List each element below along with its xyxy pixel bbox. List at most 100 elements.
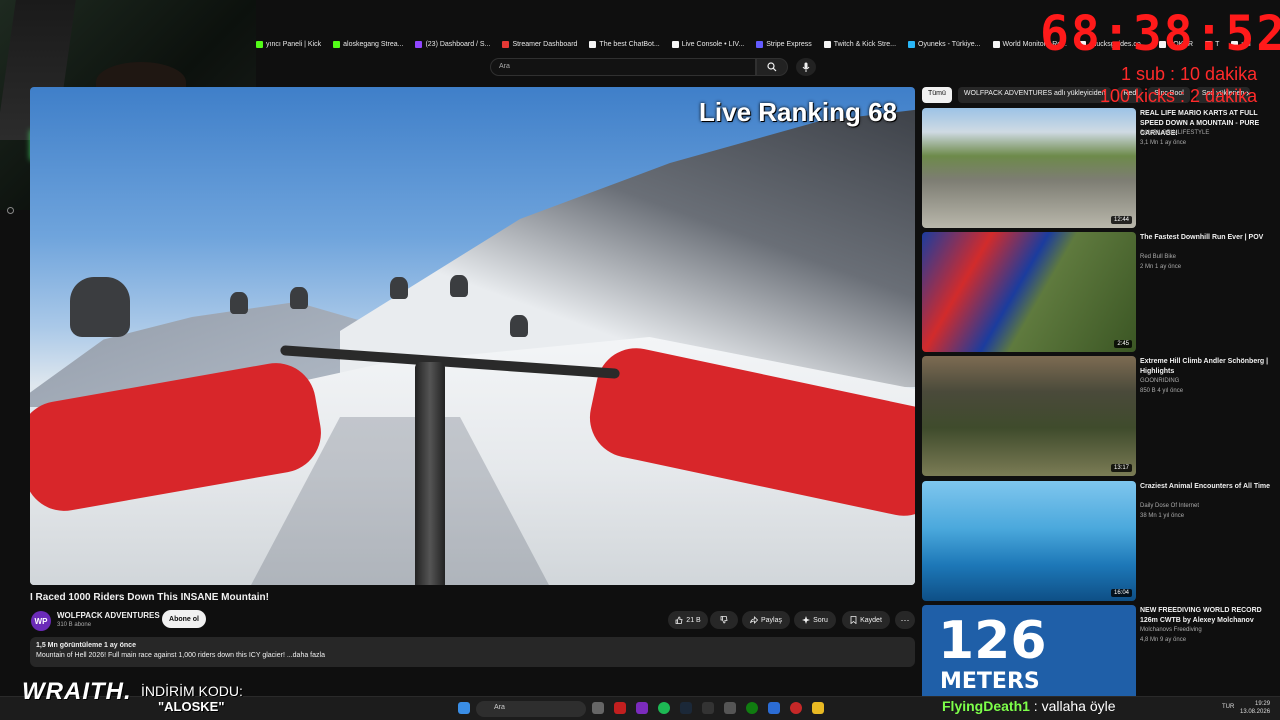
bookmark-item[interactable]: Streamer Dashboard <box>502 40 577 48</box>
recommendation-channel[interactable]: Daily Dose Of Internet <box>1140 503 1199 509</box>
subathon-timer: 68:38:52 <box>1040 6 1280 62</box>
bookmark-label: Twitch & Kick Stre... <box>833 40 897 48</box>
share-button[interactable]: Paylaş <box>742 611 790 629</box>
bookmark-item[interactable]: (23) Dashboard / S... <box>415 40 491 48</box>
more-icon: ⋯ <box>900 614 910 625</box>
recommendation-title[interactable]: The Fastest Downhill Run Ever | POV <box>1140 233 1272 243</box>
video-player[interactable]: Live Ranking 68 <box>30 87 915 585</box>
share-label: Paylaş <box>760 616 782 624</box>
video-thumbnail[interactable]: 13:17 <box>922 356 1136 476</box>
recommendation-title[interactable]: Craziest Animal Encounters of All Time <box>1140 482 1272 492</box>
description-box[interactable]: 1,5 Mn görüntüleme 1 ay önce Mountain of… <box>30 637 915 667</box>
bookmark-favicon-icon <box>256 40 263 48</box>
bookmark-favicon-icon <box>908 40 916 48</box>
bookmark-item[interactable]: yıncı Paneli | Kick <box>256 40 321 48</box>
video-thumbnail[interactable]: 2:45 <box>922 232 1136 352</box>
bookmark-label: Live Console • LIV... <box>681 40 745 48</box>
channel-avatar[interactable]: WP <box>31 611 51 631</box>
recommendation-meta: 2 Mn 1 ay önce <box>1140 264 1182 270</box>
settings-icon[interactable] <box>6 206 15 215</box>
xbox-icon[interactable] <box>746 702 758 714</box>
recommendation-title[interactable]: Extreme Hill Climb Andler Schönberg | Hi… <box>1140 357 1272 377</box>
video-duration: 12:44 <box>1110 216 1132 224</box>
clock-date: 13.08.2026 <box>1240 709 1271 715</box>
epic-games-icon[interactable] <box>702 702 714 714</box>
screen: yıncı Paneli | Kick aloskegang Strea... (2… <box>0 0 1280 720</box>
recommendation-meta: 38 Mn 1 yıl önce <box>1140 513 1185 519</box>
recommendation-meta: 850 B 4 yıl önce <box>1140 388 1184 394</box>
windows-start-icon[interactable] <box>458 702 470 714</box>
video-duration: 16:04 <box>1110 589 1132 597</box>
thumbnail-text: 126 <box>938 611 1047 671</box>
bookmark-favicon-icon <box>502 40 510 48</box>
app-icon[interactable] <box>790 702 802 714</box>
recommendation-meta: 3,1 Mn 1 ay önce <box>1140 140 1187 146</box>
bookmark-item[interactable]: Live Console • LIV... <box>671 40 745 48</box>
bookmark-item[interactable]: aloskegang Strea... <box>333 40 404 48</box>
chat-username: FlyingDeath1 <box>942 698 1030 714</box>
bookmark-icon <box>850 616 857 624</box>
sub-rule-text: 1 sub : 10 dakika <box>1121 64 1258 84</box>
kick-rule-text: 100 kicks : 2 dakika <box>1100 86 1258 106</box>
recommendation-title[interactable]: NEW FREEDIVING WORLD RECORD 126m CWTB by… <box>1140 606 1272 626</box>
bookmark-favicon-icon <box>333 40 341 48</box>
like-button[interactable]: 21 B <box>668 611 708 629</box>
taskbar-search[interactable]: Ara <box>476 701 586 717</box>
stream-overlay-title: Live Ranking 68 <box>699 97 897 127</box>
more-actions-button[interactable]: ⋯ <box>895 611 915 629</box>
like-count: 21 B <box>686 616 701 624</box>
recommendation-channel[interactable]: Molchanovs Freediving <box>1140 627 1202 633</box>
app-icon[interactable] <box>614 702 626 714</box>
bookmark-item[interactable]: The best ChatBot... <box>589 40 660 48</box>
recommendation-channel[interactable]: SAMPILGRIMLIFESTYLE <box>1140 130 1209 136</box>
thumbs-down-icon <box>720 616 728 624</box>
recommendation-card[interactable]: 13:17 Extreme Hill Climb Andler Schönberg… <box>922 356 1272 476</box>
recommendation-card[interactable]: 2:45 The Fastest Downhill Run Ever | POV R… <box>922 232 1272 352</box>
bookmark-label: aloskegang Strea... <box>343 40 404 48</box>
search-button[interactable] <box>756 58 788 76</box>
bookmark-label: (23) Dashboard / S... <box>425 40 491 48</box>
recommendation-card[interactable]: 12:44 REAL LIFE MARIO KARTS AT FULL SPEED… <box>922 108 1272 228</box>
filter-chip[interactable]: Tümü <box>922 87 952 103</box>
chat-text: : vallaha öyle <box>1029 698 1116 714</box>
description-text: Mountain of Hell 2026! Full main race ag… <box>36 652 325 659</box>
ask-button[interactable]: Soru <box>794 611 836 629</box>
video-duration: 13:17 <box>1110 464 1132 472</box>
app-icon[interactable] <box>592 702 604 714</box>
bookmark-label: The best ChatBot... <box>599 40 660 48</box>
recommendation-card[interactable]: 16:04 Craziest Animal Encounters of All T… <box>922 481 1272 601</box>
bookmark-item[interactable]: Oyuneks - Türkiye... <box>908 40 981 48</box>
promo-code: "ALOSKE" <box>158 699 225 714</box>
clock[interactable]: 19:29 13.08.2026 <box>1240 700 1270 716</box>
bookmark-favicon-icon <box>992 40 1000 48</box>
file-explorer-icon[interactable] <box>812 702 824 714</box>
video-thumbnail[interactable]: 16:04 <box>922 481 1136 601</box>
channel-name[interactable]: WOLFPACK ADVENTURES <box>57 611 160 620</box>
thumbs-up-icon <box>675 616 683 624</box>
app-icon[interactable] <box>636 702 648 714</box>
subscriber-count: 310 B abone <box>57 622 92 628</box>
search-input[interactable]: Ara <box>490 58 756 76</box>
subscribe-button[interactable]: Abone ol <box>162 610 206 628</box>
steam-icon[interactable] <box>680 702 692 714</box>
ask-label: Soru <box>813 616 828 624</box>
bookmark-item[interactable]: Twitch & Kick Stre... <box>823 40 897 48</box>
save-button[interactable]: Kaydet <box>842 611 890 629</box>
app-icon[interactable] <box>724 702 736 714</box>
video-thumbnail[interactable]: 12:44 <box>922 108 1136 228</box>
dislike-button[interactable] <box>710 611 738 629</box>
sparkle-icon <box>802 616 811 624</box>
filter-chip[interactable]: WOLFPACK ADVENTURES adlı yükleyiciden <box>957 87 1112 103</box>
bookmark-item[interactable]: Stripe Express <box>756 40 812 48</box>
app-icon[interactable] <box>768 702 780 714</box>
recommendation-channel[interactable]: Red Bull Bike <box>1140 254 1176 260</box>
spotify-icon[interactable] <box>658 702 670 714</box>
microphone-icon <box>802 62 810 72</box>
language-indicator[interactable]: TUR <box>1222 704 1234 710</box>
recommendation-channel[interactable]: GOONRIDING <box>1140 378 1179 384</box>
bookmark-favicon-icon <box>671 40 679 48</box>
video-duration: 2:45 <box>1114 340 1132 348</box>
voice-search-button[interactable] <box>796 58 816 76</box>
bookmark-label: Oyuneks - Türkiye... <box>918 40 981 48</box>
chat-message: FlyingDeath1 : vallaha öyle <box>942 698 1116 714</box>
